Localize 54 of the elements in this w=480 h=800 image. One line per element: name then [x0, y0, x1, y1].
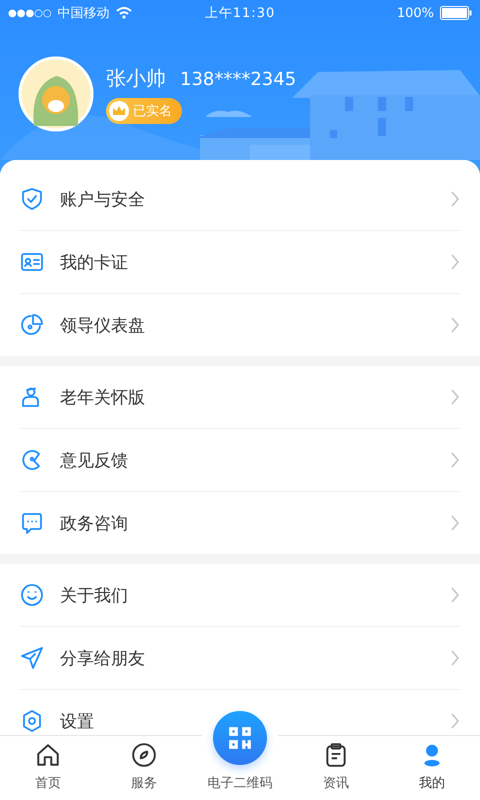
tab-label[interactable]: 电子二维码: [208, 774, 272, 792]
verified-label: 已实名: [133, 102, 172, 120]
chevron-right-icon: [450, 254, 460, 270]
wifi-icon: [116, 7, 132, 19]
tab[interactable]: 资讯: [288, 736, 384, 800]
menu-item[interactable]: 领导仪表盘: [20, 294, 460, 356]
qr-code-icon: [227, 725, 253, 751]
menu-item[interactable]: 老年关怀版: [20, 366, 460, 429]
chevron-right-icon: [450, 317, 460, 333]
home-icon: [35, 742, 61, 768]
menu-label: 政务咨询: [60, 512, 129, 534]
menu-item[interactable]: 设置: [20, 690, 460, 735]
chevron-right-icon: [450, 713, 460, 729]
menu-label: 账户与安全: [60, 188, 146, 210]
menu-label: 意见反馈: [60, 450, 129, 472]
crown-icon: [109, 100, 129, 120]
tab[interactable]: 我的: [384, 736, 480, 800]
menu-label: 我的卡证: [60, 252, 129, 274]
menu-item[interactable]: 账户与安全: [20, 168, 460, 231]
clock: 上午11:30: [204, 5, 276, 22]
id-card-icon: [20, 250, 44, 274]
menu-label: 老年关怀版: [60, 386, 146, 408]
menu-item[interactable]: 关于我们: [20, 564, 460, 627]
chat-icon: [20, 511, 44, 535]
menu-item[interactable]: 意见反馈: [20, 429, 460, 492]
carrier-name: 中国移动: [58, 5, 110, 22]
user-name: 张小帅: [106, 64, 166, 92]
chevron-right-icon: [450, 515, 460, 531]
menu-label: 领导仪表盘: [60, 314, 146, 336]
gear-icon: [20, 709, 44, 733]
menu-label: 关于我们: [60, 584, 129, 606]
signal-strength: ●●●○○: [8, 8, 52, 18]
menu-item[interactable]: 分享给朋友: [20, 627, 460, 690]
pie-chart-icon: [20, 313, 44, 337]
chevron-right-icon: [450, 650, 460, 666]
menu-label: 分享给朋友: [60, 648, 146, 670]
battery-icon: [440, 6, 472, 20]
tab[interactable]: 服务: [96, 736, 192, 800]
smiley-icon: [20, 583, 44, 607]
menu-label: 设置: [60, 710, 95, 732]
chevron-right-icon: [450, 587, 460, 603]
phone-number: 138****2345: [180, 68, 296, 90]
tab[interactable]: 首页: [0, 736, 96, 800]
menu-item[interactable]: 政务咨询: [20, 492, 460, 554]
battery-percent: 100%: [396, 6, 434, 20]
shield-icon: [20, 187, 44, 211]
send-icon: [20, 646, 44, 670]
qr-code-tab[interactable]: [213, 711, 267, 765]
chevron-right-icon: [450, 191, 460, 207]
menu-item[interactable]: 我的卡证: [20, 231, 460, 294]
chevron-right-icon: [450, 389, 460, 405]
avatar[interactable]: [18, 56, 94, 132]
compass-icon: [131, 742, 157, 768]
chevron-right-icon: [450, 452, 460, 468]
